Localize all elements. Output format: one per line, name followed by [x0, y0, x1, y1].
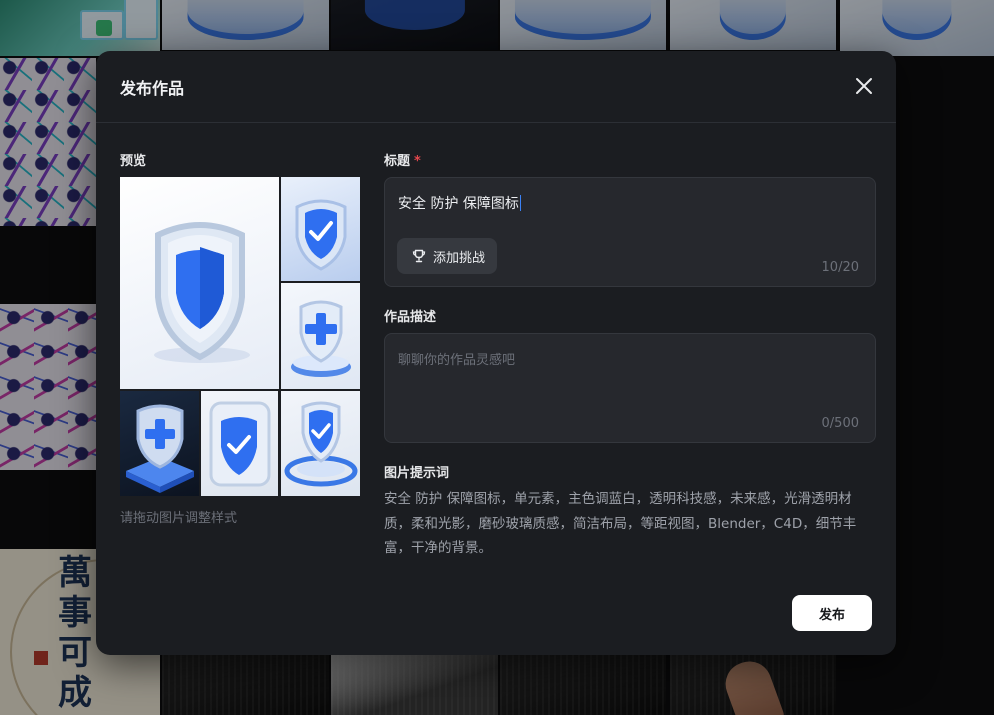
close-icon [856, 78, 872, 94]
add-challenge-button[interactable]: 添加挑战 [397, 238, 498, 274]
title-char-counter: 10/20 [821, 260, 859, 275]
prompt-label: 图片提示词 [384, 466, 450, 481]
preview-image-check-rings[interactable] [281, 391, 360, 496]
publish-dialog: 发布作品 预览 请拖动图片调整样式 标题 * 安全 防护 保障图标 添加挑战 1… [96, 51, 896, 655]
description-label: 作品描述 [384, 310, 437, 325]
preview-label: 预览 [120, 154, 147, 169]
preview-hint: 请拖动图片调整样式 [120, 511, 238, 526]
dialog-header: 发布作品 [96, 51, 896, 123]
title-label-text: 标题 [384, 154, 411, 169]
preview-image-plus-disc[interactable] [281, 283, 360, 389]
add-challenge-label: 添加挑战 [433, 250, 486, 266]
dialog-title: 发布作品 [120, 79, 185, 98]
preview-image-check[interactable] [281, 177, 360, 281]
preview-image-check-card[interactable] [201, 391, 278, 496]
title-label: 标题 * [384, 150, 421, 169]
description-placeholder: 聊聊你的作品灵感吧 [398, 353, 516, 368]
preview-image-plus-base[interactable] [120, 391, 199, 496]
preview-image-main[interactable] [120, 177, 279, 389]
text-caret [519, 195, 521, 211]
title-input[interactable]: 安全 防护 保障图标 添加挑战 10/20 [384, 177, 876, 287]
preview-grid [120, 177, 360, 496]
prompt-text: 安全 防护 保障图标，单元素，主色调蓝白，透明科技感，未来感，光滑透明材质，柔和… [384, 491, 857, 556]
description-input[interactable]: 聊聊你的作品灵感吧 0/500 [384, 333, 876, 443]
required-mark: * [414, 154, 421, 169]
trophy-icon [412, 249, 426, 263]
publish-button[interactable]: 发布 [792, 595, 872, 631]
close-button[interactable] [852, 74, 876, 98]
title-text[interactable]: 安全 防护 保障图标 [398, 196, 519, 212]
description-char-counter: 0/500 [821, 416, 859, 431]
title-input-value[interactable]: 安全 防护 保障图标 [398, 193, 521, 213]
